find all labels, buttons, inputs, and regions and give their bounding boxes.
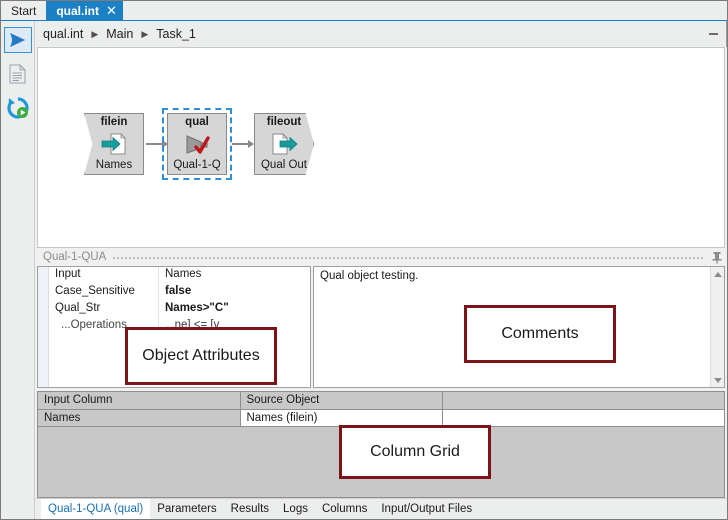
node-title: qual (167, 116, 227, 129)
pushpin-icon-glyph (711, 251, 723, 264)
callout-text: Column Grid (370, 443, 460, 461)
comments-scrollbar[interactable] (710, 267, 724, 387)
bottom-tab-strip: Qual-1-QUA (qual) Parameters Results Log… (35, 498, 727, 519)
callout-object-attributes: Object Attributes (125, 327, 277, 385)
attribute-key: Case_Sensitive (49, 284, 159, 301)
node-title: fileout (254, 116, 314, 129)
document-icon-glyph (9, 64, 26, 84)
flow-node-qual[interactable]: qual Qual-1-Q (167, 113, 227, 175)
run-icon[interactable] (4, 27, 32, 53)
history-refresh-icon-glyph (7, 97, 29, 119)
breadcrumb-item-task[interactable]: Task_1 (154, 27, 198, 41)
flow-link-1 (146, 143, 163, 145)
file-in-icon-glyph (100, 132, 128, 156)
properties-panel-title: Qual-1-QUA (43, 251, 106, 263)
attribute-row[interactable]: Case_Sensitive false (49, 284, 310, 301)
breadcrumb-item-file[interactable]: qual.int (41, 27, 85, 41)
comments-text[interactable]: Qual object testing. (314, 267, 724, 285)
cell-blank[interactable] (442, 409, 724, 426)
tab-label: Qual-1-QUA (qual) (48, 503, 143, 515)
file-in-icon (100, 132, 128, 156)
cell-input-column[interactable]: Names (38, 409, 240, 426)
document-tab-start[interactable]: Start (1, 1, 46, 20)
callout-text: Comments (501, 325, 578, 343)
scroll-up-icon[interactable] (711, 267, 724, 281)
attribute-key: Qual_Str (49, 301, 159, 318)
tab-qual-1-qua[interactable]: Qual-1-QUA (qual) (41, 499, 150, 519)
node-title: filein (84, 116, 144, 129)
left-tool-rail (1, 21, 35, 519)
column-grid-table: Input Column Source Object Names Names (… (38, 392, 724, 427)
document-tab-label: Start (11, 4, 36, 18)
tab-label: Logs (283, 503, 308, 515)
tab-columns[interactable]: Columns (315, 499, 374, 519)
pushpin-icon[interactable] (711, 251, 723, 264)
window-controls (700, 21, 727, 47)
attribute-key: Input (49, 267, 159, 284)
document-tab-qual-int[interactable]: qual.int ✕ (46, 1, 123, 20)
table-row[interactable]: Names Names (filein) (38, 409, 724, 426)
window-controls-divider (726, 21, 727, 47)
flow-canvas[interactable]: filein Names (37, 47, 725, 248)
properties-panel-header: Qual-1-QUA (35, 248, 727, 266)
flow-link-2 (232, 143, 249, 145)
close-icon[interactable]: ✕ (106, 4, 117, 17)
breadcrumb-item-main[interactable]: Main (104, 27, 135, 41)
cell-source-object[interactable]: Names (filein) (240, 409, 442, 426)
document-tab-strip: Start qual.int ✕ (1, 1, 727, 21)
callout-text: Object Attributes (142, 347, 259, 365)
minimize-button[interactable] (700, 21, 726, 47)
panel-dotted-separator (112, 255, 705, 260)
tab-label: Input/Output Files (381, 503, 472, 515)
tab-parameters[interactable]: Parameters (150, 499, 223, 519)
run-icon-glyph (8, 32, 28, 48)
tab-label: Columns (322, 503, 367, 515)
breadcrumb: qual.int ▶ Main ▶ Task_1 (35, 21, 727, 47)
chevron-right-icon: ▶ (85, 30, 104, 39)
tab-results[interactable]: Results (224, 499, 276, 519)
node-label: Qual-1-Q (167, 159, 227, 172)
qual-filter-icon-glyph (183, 132, 211, 156)
column-header-input-column[interactable]: Input Column (38, 392, 240, 409)
node-label: Qual Out (254, 159, 314, 172)
attributes-gutter (38, 267, 49, 387)
attribute-row[interactable]: Input Names (49, 267, 310, 284)
attributes-table: Input Names Case_Sensitive false Qual_St… (49, 267, 310, 335)
scroll-down-icon[interactable] (711, 373, 724, 387)
node-label: Names (84, 159, 144, 172)
minimize-icon (709, 33, 718, 35)
attribute-value[interactable]: false (159, 284, 311, 301)
file-out-icon (270, 132, 298, 156)
attribute-row[interactable]: Qual_Str Names>"C" (49, 301, 310, 318)
callout-column-grid: Column Grid (339, 425, 491, 479)
history-refresh-icon[interactable] (4, 95, 32, 121)
attribute-value[interactable]: Names>"C" (159, 301, 311, 318)
document-tab-label: qual.int (56, 4, 99, 18)
flow-node-fileout[interactable]: fileout Qual Out (254, 113, 314, 175)
qual-filter-icon (183, 132, 211, 156)
flow-node-filein[interactable]: filein Names (84, 113, 144, 175)
callout-comments: Comments (464, 305, 616, 363)
tab-label: Parameters (157, 503, 216, 515)
tab-input-output-files[interactable]: Input/Output Files (374, 499, 479, 519)
tab-label: Results (231, 503, 269, 515)
tab-logs[interactable]: Logs (276, 499, 315, 519)
column-header-blank[interactable] (442, 392, 724, 409)
attribute-value[interactable]: Names (159, 267, 311, 284)
file-out-icon-glyph (270, 132, 298, 156)
document-icon[interactable] (4, 61, 32, 87)
table-header-row: Input Column Source Object (38, 392, 724, 409)
column-header-source-object[interactable]: Source Object (240, 392, 442, 409)
chevron-right-icon: ▶ (135, 30, 154, 39)
application-window: Start qual.int ✕ (0, 0, 728, 520)
